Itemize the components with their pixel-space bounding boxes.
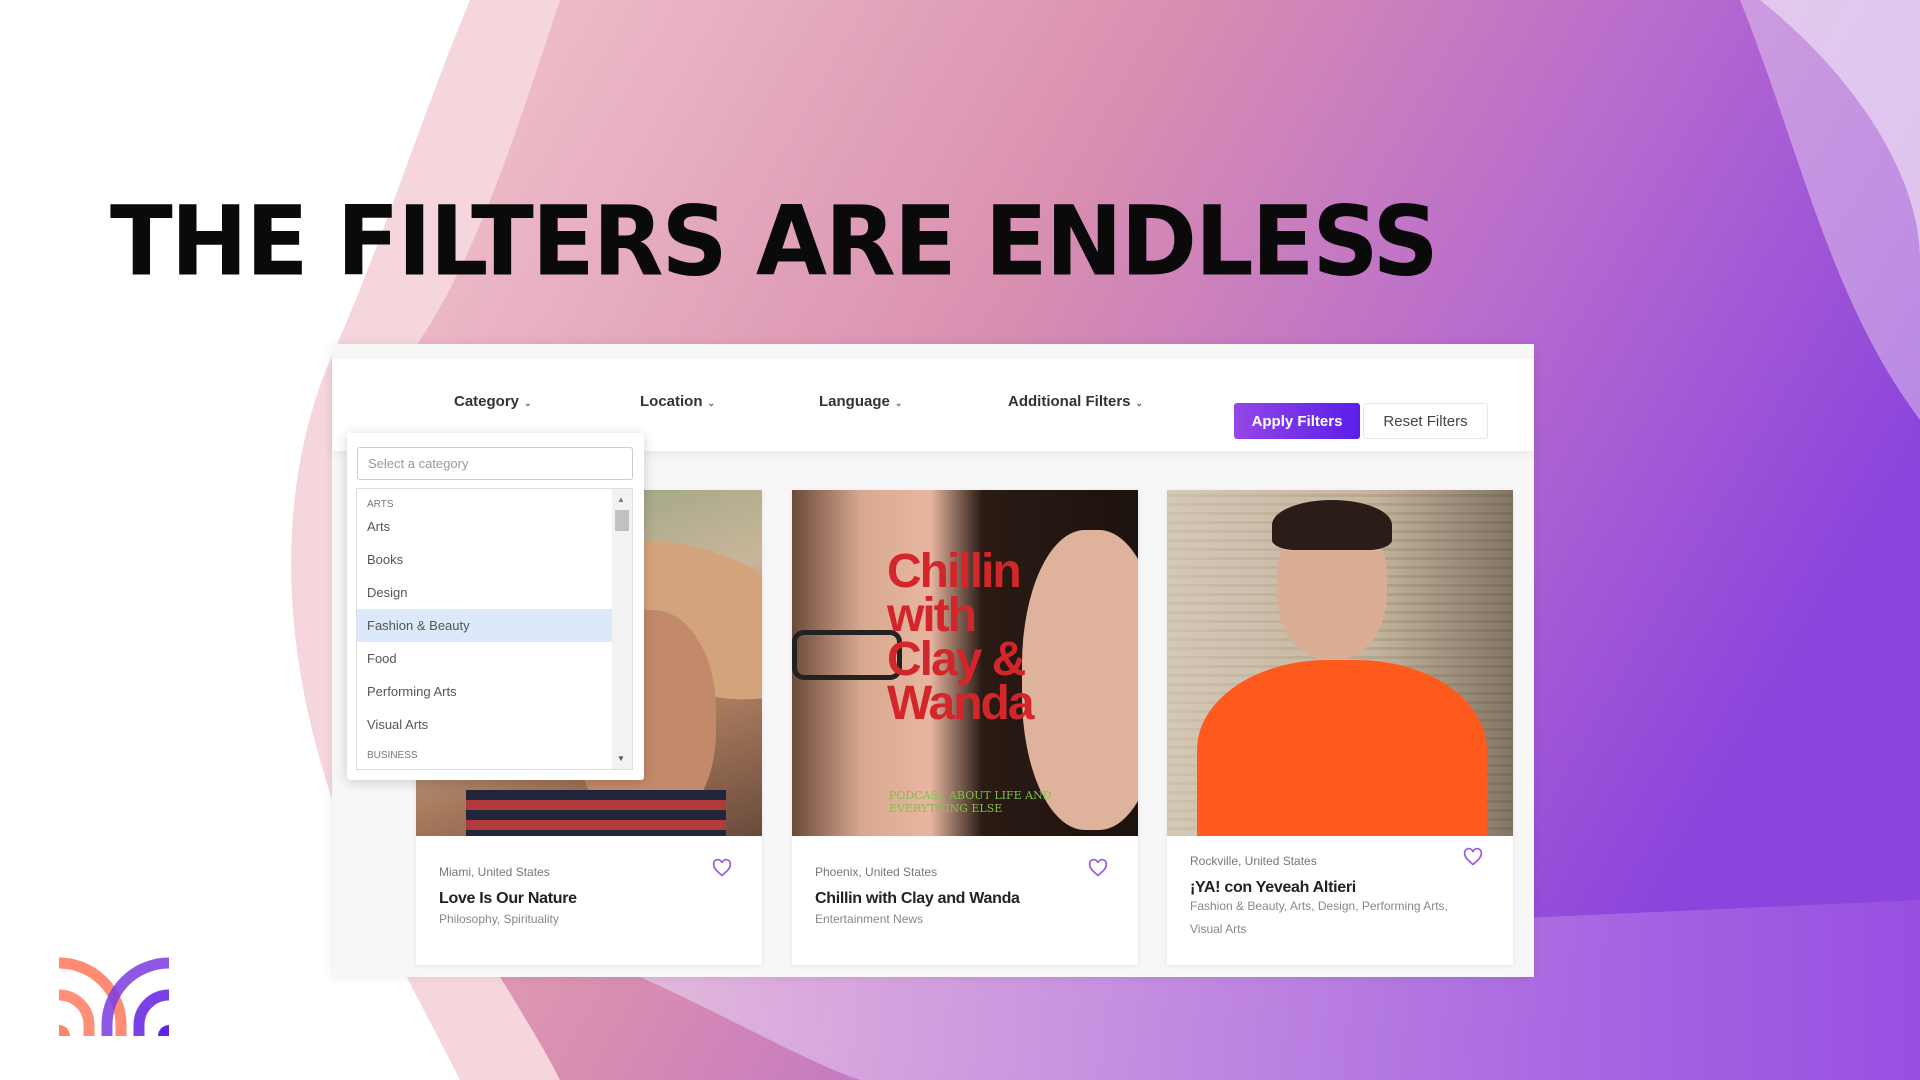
chevron-down-icon: ⌄ xyxy=(1135,398,1144,408)
reset-filters-button[interactable]: Reset Filters xyxy=(1363,403,1488,439)
scrollbar-thumb[interactable] xyxy=(615,510,629,531)
location-filter-label: Location xyxy=(640,393,703,410)
language-filter[interactable]: Language ⌄ xyxy=(819,393,902,410)
scroll-down-icon[interactable]: ▼ xyxy=(617,754,625,763)
additional-filters-label: Additional Filters xyxy=(1008,393,1131,410)
location-filter[interactable]: Location ⌄ xyxy=(640,393,715,410)
category-option-highlighted[interactable]: Fashion & Beauty xyxy=(357,609,613,642)
language-filter-label: Language xyxy=(819,393,890,410)
cover-text: Wanda xyxy=(887,677,1035,730)
cover-text: Chillin xyxy=(887,545,1022,598)
page-headline: THE FILTERS ARE ENDLESS xyxy=(110,185,1439,298)
heart-outline-icon[interactable] xyxy=(712,858,732,878)
category-option[interactable]: Design xyxy=(357,576,613,609)
additional-filters[interactable]: Additional Filters ⌄ xyxy=(1008,393,1143,410)
card-tags: Philosophy, Spirituality xyxy=(439,912,559,926)
chevron-down-icon: ⌄ xyxy=(707,398,716,408)
category-dropdown: ARTS Arts Books Design Fashion & Beauty … xyxy=(347,433,644,780)
apply-filters-button[interactable]: Apply Filters xyxy=(1234,403,1360,439)
card-title[interactable]: Chillin with Clay and Wanda xyxy=(815,890,1020,908)
card-location: Phoenix, United States xyxy=(815,865,938,879)
card-location: Miami, United States xyxy=(439,865,550,879)
category-filter[interactable]: Category ⌄ xyxy=(454,393,532,410)
card-tags: Fashion & Beauty, Arts, Design, Performi… xyxy=(1190,899,1448,936)
cover-text: with xyxy=(887,589,977,642)
category-search-input[interactable] xyxy=(357,447,633,480)
category-option[interactable]: Arts xyxy=(357,510,613,543)
heart-outline-icon[interactable] xyxy=(1463,847,1483,867)
scroll-up-icon[interactable]: ▲ xyxy=(617,495,625,504)
scrollbar[interactable]: ▲ ▼ xyxy=(612,489,632,769)
category-option[interactable]: Books xyxy=(357,543,613,576)
group-label: BUSINESS xyxy=(367,750,418,761)
category-option[interactable]: Performing Arts xyxy=(357,675,613,708)
category-option[interactable]: Food xyxy=(357,642,613,675)
podcast-card[interactable]: Chillin with Clay & Wanda PODCAST ABOUT … xyxy=(792,490,1138,965)
chevron-down-icon: ⌄ xyxy=(524,398,532,408)
category-option[interactable]: Visual Arts xyxy=(357,708,613,741)
podcast-cover-image: Chillin with Clay & Wanda PODCAST ABOUT … xyxy=(792,490,1138,836)
cover-subtitle: PODCAST ABOUT LIFE AND EVERYTHING ELSE xyxy=(889,789,1052,815)
brand-logo xyxy=(59,957,169,1036)
card-title[interactable]: Love Is Our Nature xyxy=(439,890,577,908)
cover-text: Clay & xyxy=(887,633,1026,686)
card-location: Rockville, United States xyxy=(1190,854,1317,868)
category-listbox[interactable]: ARTS Arts Books Design Fashion & Beauty … xyxy=(356,488,633,770)
heart-outline-icon[interactable] xyxy=(1088,858,1108,878)
podcast-cover-image xyxy=(1167,490,1513,836)
category-filter-label: Category xyxy=(454,393,520,410)
podcast-card[interactable]: Rockville, United States ¡YA! con Yeveah… xyxy=(1167,490,1513,965)
chevron-down-icon: ⌄ xyxy=(894,398,903,408)
card-tags: Entertainment News xyxy=(815,912,924,926)
